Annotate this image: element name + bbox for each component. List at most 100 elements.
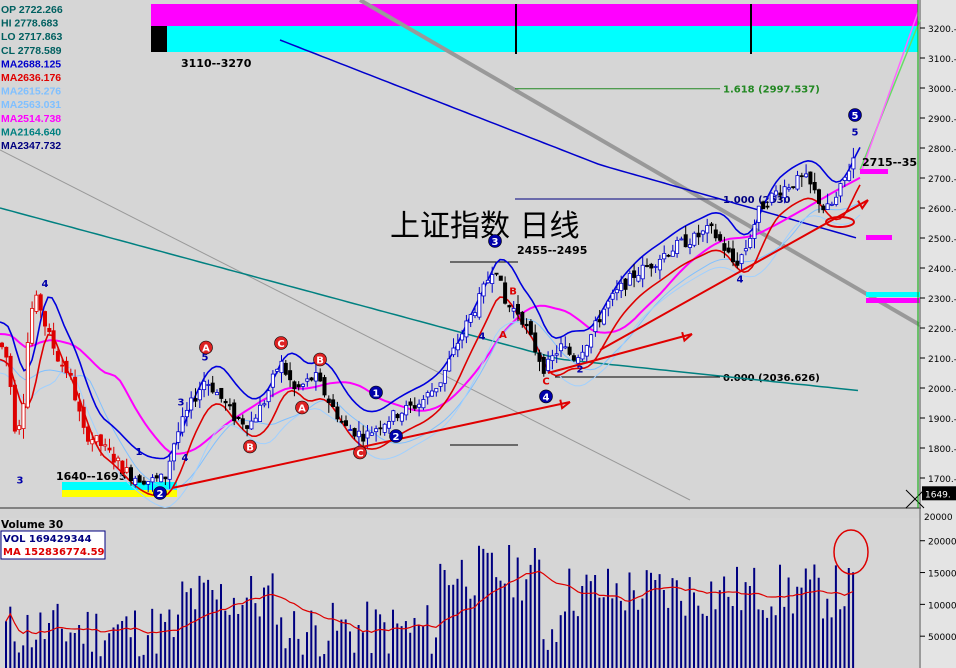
candle-body bbox=[645, 265, 650, 267]
candle-body bbox=[64, 360, 69, 374]
wave-label: 3 bbox=[17, 476, 24, 487]
candle-body bbox=[253, 417, 258, 423]
candle-body bbox=[197, 389, 202, 401]
fib-label: 1.618 (2997.537) bbox=[723, 85, 820, 96]
candle-body bbox=[163, 476, 168, 480]
candle-body bbox=[662, 253, 667, 260]
candle-body bbox=[348, 429, 353, 431]
zone-right-label: 2715--35 bbox=[862, 156, 917, 169]
readout-label: MA2615.276 bbox=[1, 86, 61, 98]
candle-body bbox=[567, 346, 572, 355]
candle-body bbox=[442, 369, 447, 384]
candle-body bbox=[692, 232, 697, 246]
candle-body bbox=[417, 403, 422, 408]
candle-body bbox=[421, 399, 426, 409]
candle-body bbox=[511, 308, 516, 312]
candle-body bbox=[679, 238, 684, 241]
wave-label: C bbox=[542, 377, 549, 388]
candle-body bbox=[262, 403, 267, 406]
candle-body bbox=[739, 254, 744, 264]
candle-body bbox=[748, 237, 753, 248]
candle-body bbox=[498, 275, 503, 281]
candle-body bbox=[602, 308, 607, 325]
candle-body bbox=[657, 258, 662, 271]
candle-body bbox=[4, 346, 9, 358]
candle-body bbox=[584, 345, 589, 357]
candle-body bbox=[683, 234, 688, 248]
candle-body bbox=[257, 404, 262, 422]
candle-body bbox=[520, 311, 525, 325]
candle-body bbox=[322, 377, 327, 396]
last-price-label: 1649. bbox=[925, 490, 951, 500]
candle-body bbox=[219, 387, 224, 399]
wave-label: A bbox=[298, 404, 306, 415]
vol-y-tick-label: 10000 bbox=[928, 601, 956, 611]
candle-body bbox=[546, 358, 551, 371]
wave-label: 2 bbox=[577, 365, 584, 376]
volume-readout: VOL 169429344 bbox=[3, 534, 92, 545]
candle-body bbox=[154, 475, 159, 479]
vol-y-tick-label: 15000 bbox=[928, 570, 956, 580]
wave-label: A bbox=[499, 330, 507, 341]
candle-body bbox=[404, 405, 409, 416]
candle-body bbox=[240, 418, 245, 425]
candle-body bbox=[528, 321, 533, 335]
wave-label: C bbox=[277, 339, 284, 350]
candle-body bbox=[193, 398, 198, 402]
candle-body bbox=[778, 192, 783, 196]
candle-body bbox=[834, 196, 839, 205]
top-zone-marker bbox=[151, 26, 167, 52]
candle-body bbox=[438, 382, 443, 387]
candle-body bbox=[464, 320, 469, 338]
candle-body bbox=[128, 467, 133, 482]
candle-body bbox=[722, 243, 727, 251]
candle-body bbox=[627, 272, 632, 286]
candle-body bbox=[232, 402, 237, 422]
candle-body bbox=[516, 304, 521, 315]
candle-body bbox=[619, 282, 624, 292]
wave-label: 5 bbox=[852, 128, 859, 139]
candle-body bbox=[38, 294, 43, 311]
candle-body bbox=[365, 430, 370, 439]
candle-body bbox=[700, 230, 705, 235]
y-tick-label: 2300.- bbox=[928, 295, 956, 305]
candle-body bbox=[326, 398, 331, 404]
candle-body bbox=[236, 416, 241, 419]
wave-label: 5 bbox=[852, 111, 859, 122]
candle-body bbox=[60, 364, 65, 367]
candle-body bbox=[55, 351, 60, 362]
candle-body bbox=[851, 157, 856, 170]
candle-body bbox=[829, 203, 834, 206]
readout-label: CL 2778.589 bbox=[1, 45, 62, 57]
wave-label: 4 bbox=[737, 275, 744, 286]
candle-body bbox=[17, 425, 22, 430]
chart-window: 3200.- 3100.- 3000.- 2900.- 2800.- 2700.- 2600… bbox=[0, 0, 956, 668]
candle-body bbox=[81, 406, 86, 428]
candle-body bbox=[313, 372, 318, 382]
candle-body bbox=[559, 343, 564, 352]
candle-body bbox=[838, 183, 843, 197]
price-chart[interactable]: 3200.- 3100.- 3000.- 2900.- 2800.- 2700.- 2600… bbox=[0, 0, 956, 668]
candle-body bbox=[709, 223, 714, 227]
wave-label: B bbox=[316, 356, 324, 367]
candle-body bbox=[675, 240, 680, 254]
candle-body bbox=[485, 279, 490, 284]
candle-body bbox=[146, 481, 151, 485]
candle-body bbox=[743, 248, 748, 252]
y-tick-label: 2200.- bbox=[928, 325, 956, 335]
candle-body bbox=[614, 289, 619, 294]
candle-body bbox=[735, 260, 740, 266]
candle-body bbox=[283, 362, 288, 375]
candle-body bbox=[477, 293, 482, 318]
candle-body bbox=[696, 232, 701, 238]
candle-body bbox=[481, 283, 486, 297]
candle-body bbox=[77, 401, 82, 412]
candle-body bbox=[68, 373, 73, 376]
candle-body bbox=[141, 480, 146, 485]
candle-body bbox=[150, 477, 155, 483]
candle-body bbox=[335, 406, 340, 420]
wave-label: 2 bbox=[393, 432, 400, 443]
candle-body bbox=[632, 270, 637, 278]
level-mark bbox=[860, 169, 888, 174]
y-tick-label: 3200.- bbox=[928, 25, 956, 35]
